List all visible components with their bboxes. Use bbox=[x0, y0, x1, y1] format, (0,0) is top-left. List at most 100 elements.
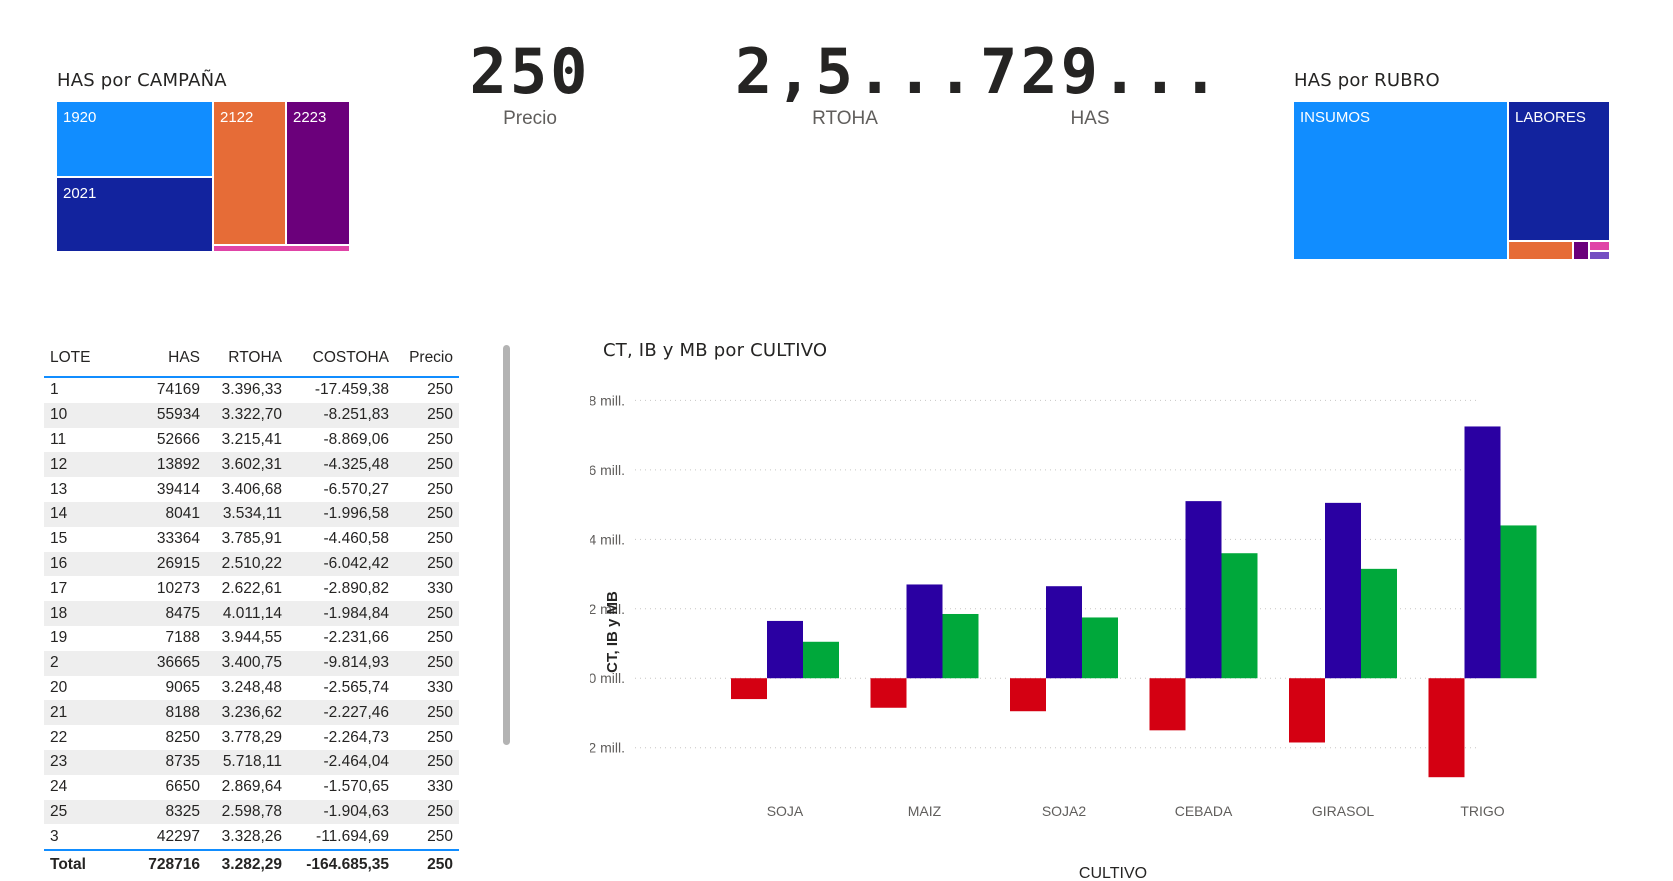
bar-mb-cebada bbox=[1221, 553, 1258, 679]
table-row[interactable]: 21 8188 3.236,62 -2.227,46 250 bbox=[44, 700, 459, 726]
cell-rtoha: 2.598,78 bbox=[206, 799, 288, 825]
bar-mb-maiz bbox=[942, 613, 979, 679]
table-row[interactable]: 18 8475 4.011,14 -1.984,84 250 bbox=[44, 601, 459, 626]
cell-costoha: -11.694,69 bbox=[316, 827, 389, 845]
table-row[interactable]: 3 42297 3.328,26 -11.694,69 250 bbox=[44, 824, 459, 850]
treemap-tile-2122[interactable]: 2122 bbox=[214, 102, 285, 244]
tile-label: 2021 bbox=[63, 185, 97, 202]
cell-precio: 250 bbox=[395, 601, 459, 626]
table-row[interactable]: 20 9065 3.248,48 -2.565,74 330 bbox=[44, 676, 459, 701]
total-costoha: -164.685,35 bbox=[288, 849, 395, 880]
treemap-tile-pink[interactable] bbox=[1590, 242, 1609, 250]
table-row[interactable]: 17 10273 2.622,61 -2.890,82 330 bbox=[44, 576, 459, 601]
treemap-tile-labores[interactable]: LABORES bbox=[1509, 102, 1609, 240]
bar-mb-girasol bbox=[1361, 568, 1397, 679]
cell-rtoha: 3.236,62 bbox=[206, 700, 288, 726]
cell-costoha: -2.264,73 bbox=[323, 728, 390, 746]
cell-lote: 20 bbox=[50, 678, 68, 696]
cell-precio: 250 bbox=[427, 629, 453, 647]
total-precio: 250 bbox=[395, 849, 459, 880]
chart-bars bbox=[731, 426, 1537, 778]
y-tick-label: 8 mill. bbox=[590, 392, 625, 408]
card-value: 250 bbox=[469, 35, 591, 108]
bar-ct-cebada bbox=[1149, 678, 1186, 731]
table-row[interactable]: 11 52666 3.215,41 -8.869,06 250 bbox=[44, 428, 459, 453]
table-row[interactable]: 19 7188 3.944,55 -2.231,66 250 bbox=[44, 626, 459, 651]
bar-mb-soja2 bbox=[1082, 617, 1118, 679]
cell-has: 36665 bbox=[126, 650, 206, 676]
cell-has: 6650 bbox=[165, 778, 200, 796]
cell-precio: 250 bbox=[427, 430, 453, 448]
cell-lote: 2 bbox=[44, 650, 126, 676]
table-row[interactable]: 15 33364 3.785,91 -4.460,58 250 bbox=[44, 527, 459, 552]
treemap-tile-2223[interactable]: 2223 bbox=[287, 102, 349, 244]
treemap-tile-violet[interactable] bbox=[1590, 252, 1609, 259]
cell-rtoha: 3.778,29 bbox=[221, 728, 282, 746]
table-header-row: LOTE HAS RTOHA COSTOHA Precio bbox=[44, 340, 459, 378]
bar-ib-girasol bbox=[1325, 502, 1361, 679]
table-row[interactable]: 10 55934 3.322,70 -8.251,83 250 bbox=[44, 402, 459, 428]
column-header-costoha[interactable]: COSTOHA bbox=[288, 340, 395, 378]
tile-label: LABORES bbox=[1515, 109, 1586, 126]
treemap-tile-orange[interactable] bbox=[1509, 242, 1572, 259]
cell-lote: 12 bbox=[44, 452, 126, 478]
column-header-rtoha[interactable]: RTOHA bbox=[206, 340, 288, 378]
cell-lote: 10 bbox=[44, 402, 126, 428]
card-label: HAS bbox=[1070, 108, 1110, 129]
cell-lote: 23 bbox=[44, 749, 126, 775]
cell-lote: 1 bbox=[50, 381, 59, 399]
table-row[interactable]: 2 36665 3.400,75 -9.814,93 250 bbox=[44, 650, 459, 676]
rubro-visual-title: HAS por RUBRO bbox=[1294, 70, 1440, 91]
card-value: 2,5... bbox=[735, 35, 977, 108]
table-row[interactable]: 24 6650 2.869,64 -1.570,65 330 bbox=[44, 775, 459, 800]
cell-costoha: -4.325,48 bbox=[288, 452, 395, 478]
total-has: 728716 bbox=[126, 849, 206, 880]
cell-rtoha: 2.622,61 bbox=[221, 579, 282, 597]
cell-has: 33364 bbox=[156, 530, 200, 548]
table-row[interactable]: 14 8041 3.534,11 -1.996,58 250 bbox=[44, 501, 459, 527]
column-header-precio[interactable]: Precio bbox=[395, 340, 459, 378]
cell-has: 39414 bbox=[156, 480, 200, 498]
column-header-lote[interactable]: LOTE bbox=[44, 340, 126, 378]
lotes-table: LOTE HAS RTOHA COSTOHA Precio 1 74169 3.39… bbox=[44, 340, 459, 880]
cell-precio: 250 bbox=[395, 799, 459, 825]
total-label: Total bbox=[44, 849, 126, 880]
table-row[interactable]: 25 8325 2.598,78 -1.904,63 250 bbox=[44, 799, 459, 825]
cell-has: 74169 bbox=[156, 381, 200, 399]
cell-precio: 330 bbox=[427, 579, 453, 597]
treemap-tile-purple[interactable] bbox=[1574, 242, 1588, 259]
bar-ib-soja bbox=[767, 620, 803, 679]
cell-costoha: -1.996,58 bbox=[288, 501, 395, 527]
treemap-tile-insumos[interactable]: INSUMOS bbox=[1294, 102, 1507, 259]
treemap-tile-2021[interactable]: 2021 bbox=[57, 178, 212, 251]
cell-has: 10273 bbox=[156, 579, 200, 597]
cell-precio: 250 bbox=[395, 700, 459, 726]
bar-ct-maiz bbox=[870, 678, 907, 708]
table-total-row: Total 728716 3.282,29 -164.685,35 250 bbox=[44, 849, 459, 880]
legend-label-ib: IB bbox=[625, 370, 639, 371]
card-value: 729... bbox=[980, 35, 1222, 108]
cell-precio: 250 bbox=[427, 827, 453, 845]
table-row[interactable]: 23 8735 5.718,11 -2.464,04 250 bbox=[44, 749, 459, 775]
x-tick-label: GIRASOL bbox=[1312, 803, 1374, 819]
treemap-tile-small[interactable] bbox=[214, 246, 349, 251]
cell-costoha: -17.459,38 bbox=[314, 381, 389, 399]
cell-costoha: -1.904,63 bbox=[288, 799, 395, 825]
chart-title: CT, IB y MB por CULTIVO bbox=[603, 340, 828, 361]
column-header-has[interactable]: HAS bbox=[126, 340, 206, 378]
table-row[interactable]: 1 74169 3.396,33 -17.459,38 250 bbox=[44, 377, 459, 403]
table-row[interactable]: 13 39414 3.406,68 -6.570,27 250 bbox=[44, 477, 459, 502]
cultivo-bar-chart: CTIBMB -2 mill.0 mill.2 mill.4 mill.6 mi… bbox=[590, 370, 1537, 881]
cell-precio: 330 bbox=[427, 678, 453, 696]
treemap-tile-1920[interactable]: 1920 bbox=[57, 102, 212, 176]
cell-has: 8188 bbox=[126, 700, 206, 726]
cell-has: 9065 bbox=[165, 678, 200, 696]
table-row[interactable]: 12 13892 3.602,31 -4.325,48 250 bbox=[44, 452, 459, 478]
table-scrollbar[interactable] bbox=[503, 345, 510, 745]
bar-mb-soja bbox=[803, 641, 839, 679]
cell-has: 8325 bbox=[126, 799, 206, 825]
chart-legend: CT IB MB bbox=[590, 370, 689, 371]
table-row[interactable]: 16 26915 2.510,22 -6.042,42 250 bbox=[44, 551, 459, 577]
table-row[interactable]: 22 8250 3.778,29 -2.264,73 250 bbox=[44, 725, 459, 750]
bar-ct-trigo bbox=[1428, 678, 1465, 778]
